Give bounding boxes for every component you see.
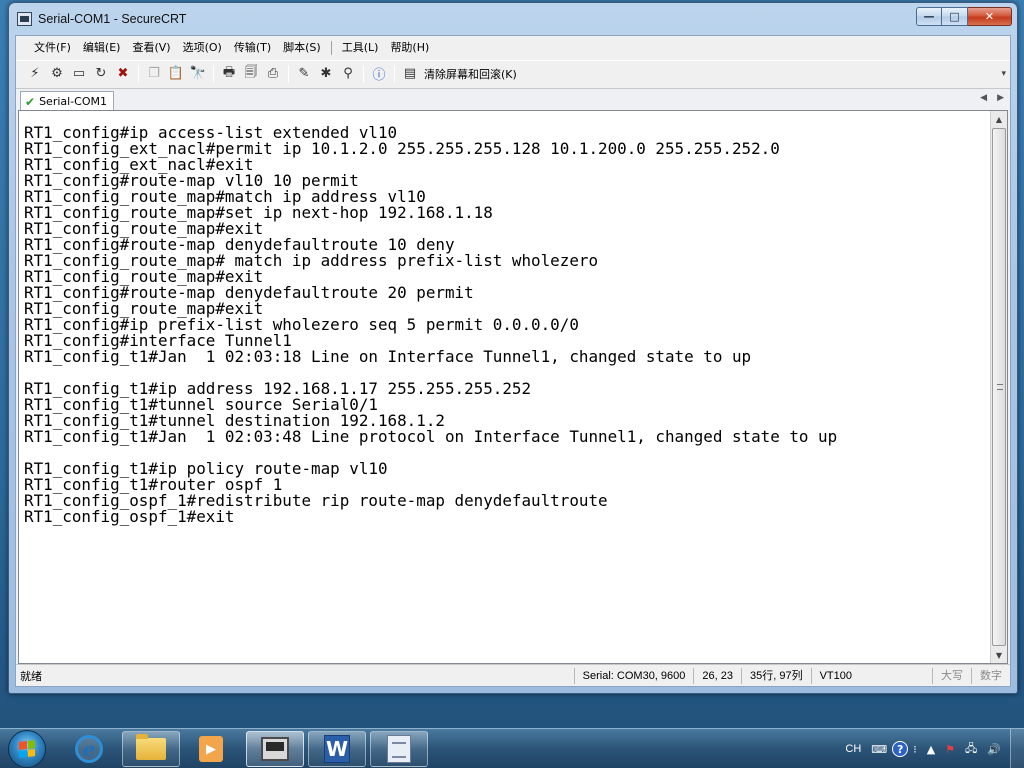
taskbar-media-player[interactable]: ▶ xyxy=(182,731,240,767)
internet-explorer-icon: e xyxy=(75,735,103,763)
tab-bar: ✔ Serial-COM1 ◀ ▶ xyxy=(16,88,1010,111)
taskbar-word[interactable]: W xyxy=(308,731,366,767)
show-hidden-icons-icon[interactable]: ▲ xyxy=(922,738,940,760)
menu-options[interactable]: 选项(O) xyxy=(177,38,228,58)
word-icon: W xyxy=(324,735,350,763)
menu-bar: 文件(F) 编辑(E) 查看(V) 选项(O) 传输(T) 脚本(S) 工具(L… xyxy=(16,36,1010,60)
securecrt-icon xyxy=(261,737,289,761)
scroll-down-icon[interactable]: ▼ xyxy=(991,647,1007,663)
toolbar: ⚡ ⚙ ▭ ↻ ✖ ❐ 📋 🔭 🖶 🗐 ⎙ ✎ ✱ ⚲ ⓘ ▤ 清除屏幕和回滚(… xyxy=(16,60,1010,86)
client-area: 文件(F) 编辑(E) 查看(V) 选项(O) 传输(T) 脚本(S) 工具(L… xyxy=(15,35,1011,687)
terminal-pane[interactable]: RT1_config#ip access-list extended vl10 R… xyxy=(18,110,1008,664)
print-icon[interactable]: 🖶 xyxy=(218,63,240,85)
print-screen-icon[interactable]: 🗐 xyxy=(240,63,262,85)
help-icon[interactable]: ⓘ xyxy=(368,63,390,85)
tray-language-indicator[interactable]: CH xyxy=(840,738,866,760)
volume-icon[interactable]: 🔊 xyxy=(982,738,1006,760)
caption-buttons: — □ ✕ xyxy=(916,7,1012,26)
disconnect-icon[interactable]: ✖ xyxy=(112,63,134,85)
taskbar-internet-explorer[interactable]: e xyxy=(60,731,118,767)
terminal-output[interactable]: RT1_config#ip access-list extended vl10 R… xyxy=(19,111,990,663)
scroll-up-icon[interactable]: ▲ xyxy=(991,111,1007,127)
toolbar-overflow-icon[interactable]: ▾ xyxy=(1001,69,1006,79)
scrollbar-grip-icon xyxy=(997,384,1003,390)
global-options-icon[interactable]: ✱ xyxy=(315,63,337,85)
system-tray: CH ⌨ ? ⁝ ▲ ⚑ 🖧 🔊 xyxy=(840,729,1024,768)
status-ready: 就绪 xyxy=(20,669,42,683)
menu-script[interactable]: 脚本(S) xyxy=(277,38,327,58)
terminal-line: RT1_config_t1#Jan 1 02:03:18 Line on Int… xyxy=(24,347,752,366)
window-title: Serial-COM1 - SecureCRT xyxy=(38,12,187,26)
minimize-button[interactable]: — xyxy=(916,7,942,26)
connected-check-icon: ✔ xyxy=(25,94,36,109)
taskbar: e ▶ W CH ⌨ ? ⁝ ▲ ⚑ 🖧 🔊 xyxy=(0,728,1024,768)
show-desktop-button[interactable] xyxy=(1010,729,1024,768)
maximize-button[interactable]: □ xyxy=(942,7,968,26)
status-emulation: VT100 xyxy=(810,667,932,684)
menu-tools[interactable]: 工具(L) xyxy=(336,38,385,58)
terminal-line: RT1_config_t1#Jan 1 02:03:48 Line protoc… xyxy=(24,427,838,446)
action-center-flag-icon[interactable]: ⚑ xyxy=(940,738,960,760)
taskbar-file-explorer[interactable] xyxy=(122,731,180,767)
ime-options-icon[interactable]: ⁝ xyxy=(908,738,922,760)
clear-screen-icon[interactable]: ▤ xyxy=(399,63,421,85)
menu-transfer[interactable]: 传输(T) xyxy=(228,38,277,58)
paste-icon[interactable]: 📋 xyxy=(165,63,187,85)
vertical-scrollbar[interactable]: ▲ ▼ xyxy=(990,111,1007,663)
keyboard-icon[interactable]: ⌨ xyxy=(866,738,892,760)
tray-help-icon[interactable]: ? xyxy=(892,741,909,757)
tab-scroll-left-icon[interactable]: ◀ xyxy=(980,93,987,103)
status-connection: Serial: COM30, 9600 xyxy=(573,667,694,684)
tab-label: Serial-COM1 xyxy=(39,95,107,108)
connect-icon[interactable]: ⚡ xyxy=(24,63,46,85)
toolbar-separator xyxy=(363,64,364,83)
toolbar-separator xyxy=(394,64,395,83)
status-num-lock: 数字 xyxy=(971,667,1010,684)
close-button[interactable]: ✕ xyxy=(968,7,1012,26)
toolbar-separator xyxy=(213,64,214,83)
session-options-icon[interactable]: ✎ xyxy=(293,63,315,85)
title-bar[interactable]: Serial-COM1 - SecureCRT — □ ✕ xyxy=(9,3,1017,35)
taskbar-securecrt[interactable] xyxy=(246,731,304,767)
clear-screen-button[interactable]: 清除屏幕和回滚(K) xyxy=(424,66,517,82)
tab-serial-com1[interactable]: ✔ Serial-COM1 xyxy=(20,91,114,111)
scrollbar-thumb[interactable] xyxy=(992,128,1006,646)
tab-navigation: ◀ ▶ xyxy=(980,93,1004,103)
securecrt-window: Serial-COM1 - SecureCRT — □ ✕ 文件(F) 编辑(E… xyxy=(8,2,1018,694)
toolbar-separator xyxy=(138,64,139,83)
menu-view[interactable]: 查看(V) xyxy=(126,38,176,58)
reconnect-icon[interactable]: ↻ xyxy=(90,63,112,85)
find-icon[interactable]: 🔭 xyxy=(187,63,209,85)
terminal-line: RT1_config_ospf_1#exit xyxy=(24,507,235,526)
quick-connect-icon[interactable]: ⚙ xyxy=(46,63,68,85)
folder-icon xyxy=(136,734,166,760)
windows-logo-icon xyxy=(19,740,35,758)
menu-separator xyxy=(330,41,332,55)
app-icon[interactable] xyxy=(17,12,32,26)
menu-file[interactable]: 文件(F) xyxy=(28,38,77,58)
menu-edit[interactable]: 编辑(E) xyxy=(77,38,127,58)
keymap-icon[interactable]: ⚲ xyxy=(337,63,359,85)
status-terminal-size: 35行, 97列 xyxy=(740,667,811,684)
tab-scroll-right-icon[interactable]: ▶ xyxy=(997,93,1004,103)
status-caps-lock: 大写 xyxy=(932,667,971,684)
status-bar: 就绪 Serial: COM30, 9600 26, 23 35行, 97列 V… xyxy=(16,664,1010,686)
network-icon[interactable]: 🖧 xyxy=(960,738,982,760)
toolbar-separator xyxy=(288,64,289,83)
status-cursor-position: 26, 23 xyxy=(693,667,741,684)
menu-help[interactable]: 帮助(H) xyxy=(384,38,435,58)
copy-icon[interactable]: ❐ xyxy=(143,63,165,85)
connect-tab-icon[interactable]: ▭ xyxy=(68,63,90,85)
start-button[interactable] xyxy=(8,730,46,768)
print-selection-icon[interactable]: ⎙ xyxy=(262,63,284,85)
media-player-icon: ▶ xyxy=(199,736,223,762)
document-icon xyxy=(387,735,411,763)
taskbar-document[interactable] xyxy=(370,731,428,767)
